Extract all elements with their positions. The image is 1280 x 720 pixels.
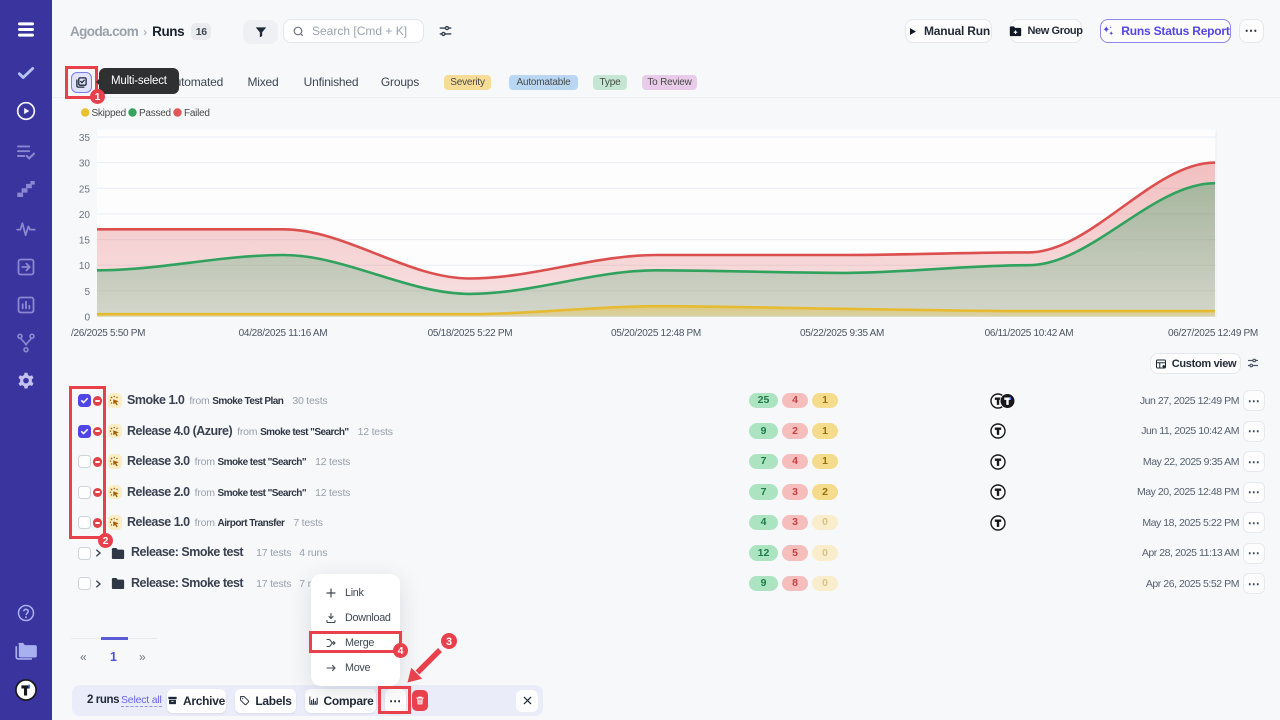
svg-text:25: 25: [79, 184, 91, 195]
svg-text:/26/2025 5:50 PM: /26/2025 5:50 PM: [71, 328, 145, 339]
svg-text:20: 20: [79, 210, 91, 221]
svg-text:05/18/2025 5:22 PM: 05/18/2025 5:22 PM: [428, 328, 513, 339]
svg-text:15: 15: [79, 236, 91, 247]
svg-text:10: 10: [79, 261, 91, 272]
svg-text:3: 3: [446, 636, 452, 648]
svg-text:Skipped: Skipped: [92, 108, 126, 119]
svg-text:04/28/2025 11:16 AM: 04/28/2025 11:16 AM: [239, 328, 328, 339]
svg-text:05/20/2025 12:48 PM: 05/20/2025 12:48 PM: [611, 328, 701, 339]
svg-text:5: 5: [84, 287, 90, 298]
svg-text:30: 30: [79, 159, 91, 170]
svg-text:0: 0: [84, 313, 90, 324]
svg-text:06/11/2025 10:42 AM: 06/11/2025 10:42 AM: [985, 328, 1074, 339]
svg-text:05/22/2025 9:35 AM: 05/22/2025 9:35 AM: [800, 328, 884, 339]
svg-text:Passed: Passed: [139, 108, 171, 119]
svg-text:35: 35: [79, 133, 91, 144]
svg-text:Failed: Failed: [184, 108, 210, 119]
svg-text:06/27/2025 12:49 PM: 06/27/2025 12:49 PM: [1168, 328, 1258, 339]
